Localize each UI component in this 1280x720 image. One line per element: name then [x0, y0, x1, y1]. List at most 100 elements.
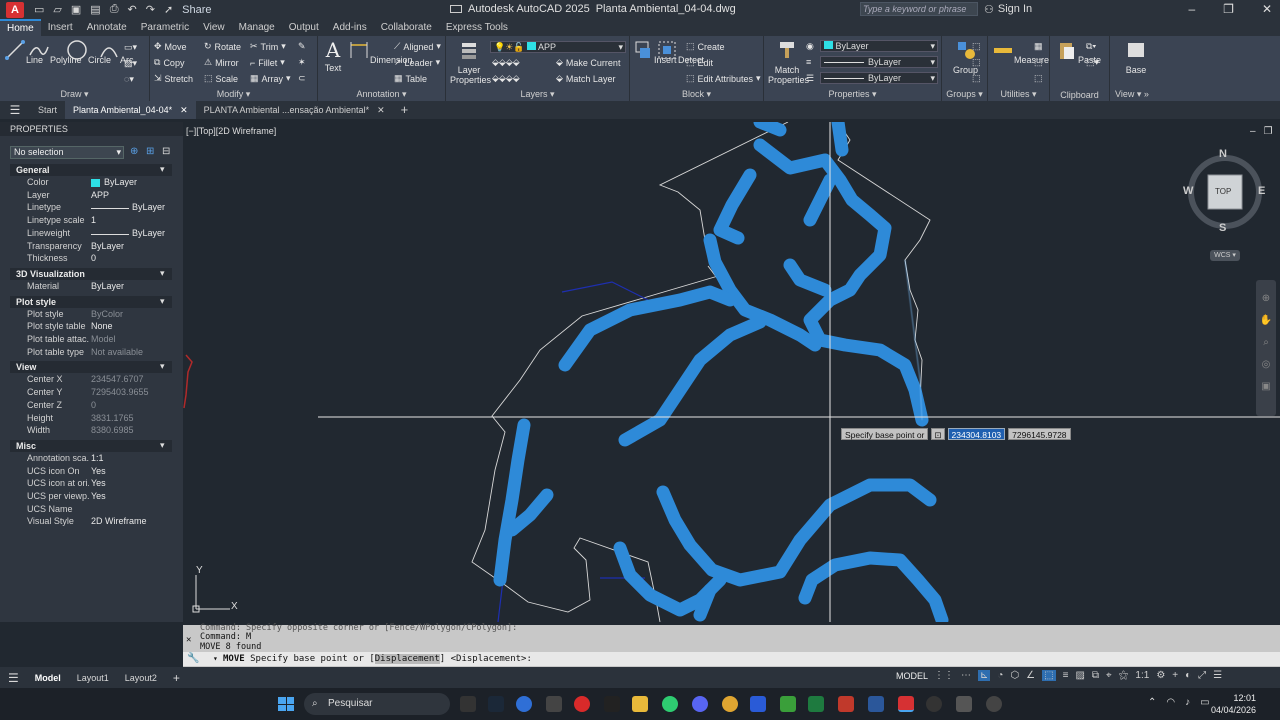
capcut-icon[interactable] [604, 696, 620, 712]
base-button[interactable]: Base [1118, 39, 1154, 75]
customization-icon[interactable]: ☰ [1213, 670, 1222, 681]
file-explorer-icon[interactable] [632, 696, 648, 712]
minimize-icon[interactable]: – [1188, 2, 1195, 16]
toggle-pickadd-icon[interactable]: ⊟ [162, 146, 170, 157]
property-row[interactable]: Plot style table None [10, 321, 172, 333]
isodraft-icon[interactable]: ⬡ [1010, 670, 1019, 681]
transparency-icon[interactable]: ▨ [1075, 670, 1084, 681]
compass-north[interactable]: N [1219, 148, 1227, 160]
groups-group-title[interactable]: Groups ▾ [942, 89, 987, 100]
sign-in-button[interactable]: ⚇ Sign In [984, 3, 1032, 16]
restore-icon[interactable]: ❐ [1264, 126, 1273, 137]
add-layout-icon[interactable]: + [165, 671, 188, 685]
property-row[interactable]: Center Y 7295403.9655 [10, 387, 172, 399]
viewport-controls[interactable]: [−][Top][2D Wireframe] [186, 126, 276, 136]
save-icon[interactable]: ▣ [71, 3, 81, 16]
property-row[interactable]: UCS icon On Yes [10, 466, 172, 478]
adobe-icon[interactable] [838, 696, 854, 712]
property-row[interactable]: Transparency ByLayer [10, 241, 172, 253]
viewcube-top-face[interactable]: TOP [1215, 187, 1231, 196]
youtube-icon[interactable] [574, 696, 590, 712]
wifi-icon[interactable]: ◠ [1166, 697, 1175, 708]
properties-group-title[interactable]: Properties ▾ [764, 89, 941, 100]
whatsapp-icon[interactable] [662, 696, 678, 712]
annotation-group-title[interactable]: Annotation ▾ [318, 89, 445, 100]
command-history-icon[interactable]: ▾ [213, 652, 218, 666]
x-coordinate-input[interactable]: 234304.8103 [947, 428, 1006, 440]
edit-block-button[interactable]: ⬚ Edit [686, 57, 713, 68]
view-group-title[interactable]: View ▾ » [1110, 89, 1154, 100]
tab-planta-ambiental[interactable]: Planta Ambiental_04-04* ✕ [65, 101, 196, 119]
quick-select-icon[interactable]: ⊕ [130, 146, 138, 157]
grid-icon[interactable]: ⋮⋮ [934, 670, 954, 681]
close-icon[interactable]: ✕ [1262, 2, 1272, 16]
drawing-svg[interactable]: Y X [183, 122, 1280, 622]
offset-icon[interactable]: ⊂ [298, 73, 306, 84]
property-row[interactable]: Plot style ByColor [10, 309, 172, 321]
calculator-icon[interactable]: ▦ [1034, 41, 1043, 52]
tab-home[interactable]: Home [0, 19, 41, 36]
tab-start[interactable]: Start [30, 101, 65, 119]
explode-icon[interactable]: ✶ [298, 57, 306, 68]
save-as-icon[interactable]: ▤ [90, 3, 100, 16]
property-row[interactable]: Layer APP [10, 190, 172, 202]
redo-icon[interactable]: ↷ [146, 3, 155, 16]
share-icon[interactable]: ➚ [164, 3, 173, 16]
property-row[interactable]: Plot table type Not available [10, 347, 172, 359]
app-icon-blue[interactable] [516, 696, 532, 712]
annotation-scale-value[interactable]: 1:1 [1135, 670, 1149, 681]
new-tab-button[interactable]: + [393, 101, 417, 119]
mirror-button[interactable]: ⚠ Mirror [204, 57, 239, 68]
undo-icon[interactable]: ↶ [128, 3, 137, 16]
navigation-bar[interactable]: ⊕ ✋ ⌕ ◎ ▣ [1256, 280, 1276, 416]
tab-annotate[interactable]: Annotate [80, 19, 134, 36]
group-button[interactable]: Group [944, 39, 987, 75]
tab-parametric[interactable]: Parametric [134, 19, 196, 36]
lineweight-dropdown[interactable]: ByLayer ▾ [820, 72, 938, 84]
chevron-down-icon[interactable]: ▾ [160, 268, 165, 279]
tab-collaborate[interactable]: Collaborate [374, 19, 439, 36]
epic-icon[interactable] [546, 696, 562, 712]
section-header[interactable]: General [10, 164, 172, 176]
volume-icon[interactable]: ♪ [1185, 697, 1190, 708]
drawing-canvas[interactable]: Y X [183, 122, 1280, 622]
app-icon-gray[interactable] [986, 696, 1002, 712]
utilities-group-title[interactable]: Utilities ▾ [988, 89, 1049, 100]
match-properties-button[interactable]: Match Properties [768, 39, 809, 85]
property-row[interactable]: Linetype ByLayer [10, 202, 172, 214]
windows-start-icon[interactable] [278, 697, 294, 711]
layer-tools-row1[interactable]: ⬙⬙⬙⬙ [492, 57, 520, 68]
tab-output[interactable]: Output [282, 19, 326, 36]
layout-menu-icon[interactable]: ☰ [0, 671, 27, 685]
layer-properties-button[interactable]: Layer Properties [450, 39, 491, 85]
group-select-icon[interactable]: ⬚ [972, 73, 981, 84]
model-space-button[interactable]: MODEL [896, 671, 928, 681]
close-icon[interactable]: ✕ [377, 101, 385, 119]
tab-planta-compensacao[interactable]: PLANTA Ambiental ...ensação Ambiental* ✕ [196, 101, 393, 119]
search-input[interactable]: Type a keyword or phrase [860, 2, 978, 16]
group-edit-icon[interactable]: ⬚ [972, 57, 981, 68]
selection-dropdown[interactable]: No selection ▾ [10, 146, 124, 159]
compass-east[interactable]: E [1258, 185, 1265, 197]
property-row[interactable]: Thickness 0 [10, 253, 172, 265]
property-row[interactable]: Visual Style 2D Wireframe [10, 516, 172, 528]
property-row[interactable]: Color ByLayer [10, 177, 172, 189]
section-header[interactable]: View [10, 361, 172, 374]
layout2-tab[interactable]: Layout2 [117, 673, 165, 683]
block-group-title[interactable]: Block ▾ [630, 89, 763, 100]
property-row[interactable]: Center Z 0 [10, 400, 172, 412]
match-layer-button[interactable]: ⬙ Match Layer [556, 73, 615, 84]
ungroup-icon[interactable]: ⬚ [972, 41, 981, 52]
tab-manage[interactable]: Manage [232, 19, 282, 36]
chevron-down-icon[interactable]: ▾ [160, 296, 165, 307]
property-row[interactable]: Material ByLayer [10, 281, 172, 293]
id-point-icon[interactable]: ⬚ [1034, 57, 1043, 68]
layer-tools-row2[interactable]: ⬙⬙⬙⬙ [492, 73, 520, 84]
clipboard-group-title[interactable]: Clipboard [1050, 90, 1109, 100]
layer-dropdown[interactable]: 💡☀🔓 APP ▾ [490, 41, 626, 53]
color-dropdown[interactable]: ByLayer ▾ [820, 40, 938, 52]
leader-button[interactable]: ↗ Leader ▾ [394, 57, 440, 68]
array-button[interactable]: ▦ Array ▾ [250, 73, 291, 84]
customize-icon[interactable]: 🔧 [187, 652, 199, 666]
osnap-icon[interactable]: ⬚ [1042, 670, 1056, 681]
